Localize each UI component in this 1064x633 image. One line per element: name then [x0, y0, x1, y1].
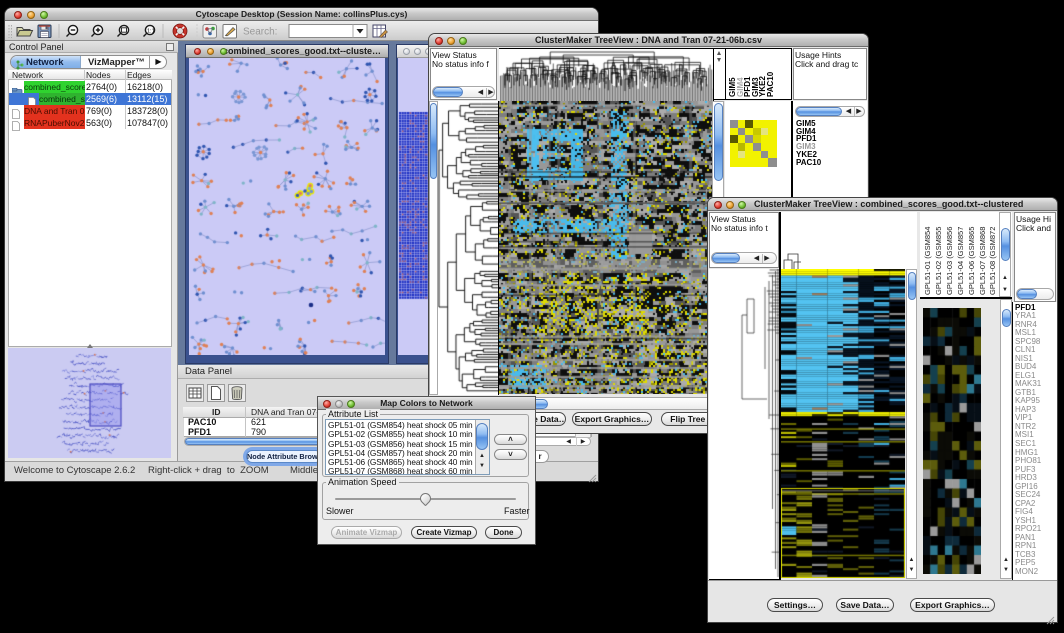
svg-text:1:1: 1:1	[147, 29, 155, 35]
svg-text:Search:: Search:	[243, 27, 277, 38]
